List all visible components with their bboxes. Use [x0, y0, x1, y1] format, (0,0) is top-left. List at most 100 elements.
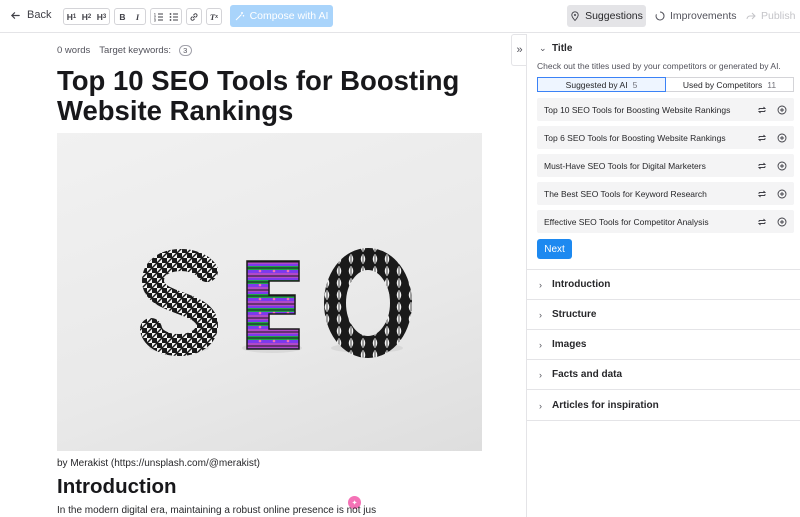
hero-image: [57, 133, 482, 451]
title-suggestion-text: Top 10 SEO Tools for Boosting Website Ra…: [544, 104, 731, 115]
heading-group: H1 H2 H3: [63, 8, 110, 25]
h2-button[interactable]: H2: [79, 9, 94, 24]
article-title[interactable]: Top 10 SEO Tools for Boosting Website Ra…: [57, 66, 477, 126]
ordered-list-button[interactable]: 123: [151, 9, 166, 24]
title-suggestion[interactable]: The Best SEO Tools for Keyword Research: [537, 182, 794, 205]
tab-used-by-competitors[interactable]: Used by Competitors 11: [666, 77, 794, 92]
chevron-right-icon: ›: [539, 369, 542, 380]
title-suggestion[interactable]: Top 10 SEO Tools for Boosting Website Ra…: [537, 98, 794, 121]
improvements-label: Improvements: [670, 10, 737, 22]
suggestions-tab[interactable]: Suggestions: [567, 5, 646, 27]
add-circle-icon[interactable]: [777, 105, 787, 115]
section-label: Introduction: [552, 279, 611, 290]
back-label: Back: [27, 9, 52, 21]
improvements-tab[interactable]: Improvements: [655, 10, 737, 22]
tab-comp-label: Used by Competitors: [682, 79, 763, 90]
list-group: 123: [150, 8, 182, 25]
tab-comp-count: 11: [767, 79, 777, 90]
divider: [527, 359, 800, 360]
svg-text:3: 3: [154, 18, 156, 22]
chevron-right-icon: ›: [539, 279, 542, 290]
publish-button[interactable]: Publish: [746, 10, 795, 22]
section-label: Facts and data: [552, 369, 623, 380]
location-pin-icon: [571, 11, 579, 21]
image-caption[interactable]: by Merakist (https://unsplash.com/@merak…: [57, 458, 260, 469]
add-circle-icon[interactable]: [777, 133, 787, 143]
tab-ai-count: 5: [632, 79, 638, 90]
title-suggestion-text: Must-Have SEO Tools for Digital Marketer…: [544, 160, 706, 171]
section-articles-for-inspiration[interactable]: › Articles for inspiration: [539, 400, 659, 411]
clear-format-group: Tx: [206, 8, 222, 25]
editor-area[interactable]: 0 words Target keywords: 3 Top 10 SEO To…: [0, 34, 512, 517]
link-icon: [190, 12, 198, 21]
section-images[interactable]: › Images: [539, 339, 586, 350]
divider: [527, 389, 800, 390]
section-label: Structure: [552, 309, 597, 320]
section-label: Images: [552, 339, 587, 350]
chevron-right-icon: ›: [539, 309, 542, 320]
seo-letters-image: [140, 248, 412, 358]
chevron-down-icon: ⌄: [539, 43, 547, 53]
section-structure[interactable]: › Structure: [539, 309, 596, 320]
title-suggestion-text: Effective SEO Tools for Competitor Analy…: [544, 216, 709, 227]
target-keywords-label: Target keywords:: [99, 45, 172, 56]
compose-with-ai-button[interactable]: Compose with AI: [230, 5, 333, 27]
add-circle-icon[interactable]: [777, 189, 787, 199]
title-description: Check out the titles used by your compet…: [537, 61, 781, 71]
divider: [527, 269, 800, 270]
share-icon: [746, 12, 756, 20]
divider: [527, 420, 800, 421]
ordered-list-icon: 123: [154, 12, 163, 22]
link-button[interactable]: [187, 9, 201, 24]
meta-bar: 0 words Target keywords: 3: [57, 45, 192, 56]
bold-button[interactable]: B: [115, 9, 130, 24]
section-title-label: Title: [552, 43, 573, 54]
title-source-tabs: Suggested by AI 5 Used by Competitors 11: [537, 77, 794, 92]
add-circle-icon[interactable]: [777, 217, 787, 227]
divider: [527, 299, 800, 300]
title-suggestion[interactable]: Must-Have SEO Tools for Digital Marketer…: [537, 154, 794, 177]
target-keywords-count: 3: [178, 45, 192, 56]
bullet-list-button[interactable]: [166, 9, 181, 24]
replace-icon[interactable]: [757, 161, 767, 171]
clear-format-button[interactable]: Tx: [207, 9, 221, 24]
arrow-left-icon: [10, 11, 20, 19]
top-toolbar: Back H1 H2 H3 B I 123 Tx Compose with AI…: [0, 0, 800, 33]
title-suggestion[interactable]: Effective SEO Tools for Competitor Analy…: [537, 210, 794, 233]
back-button[interactable]: Back: [10, 9, 51, 21]
compose-label: Compose with AI: [249, 10, 329, 22]
section-label: Articles for inspiration: [552, 400, 659, 411]
link-group: [186, 8, 202, 25]
bullet-list-icon: [169, 12, 178, 21]
replace-icon[interactable]: [757, 105, 767, 115]
section-facts-and-data[interactable]: › Facts and data: [539, 369, 622, 380]
h1-button[interactable]: H1: [64, 9, 79, 24]
collapse-sidebar-button[interactable]: »: [511, 34, 527, 66]
next-button[interactable]: Next: [537, 239, 572, 259]
suggestions-sidebar: ⌄ Title Check out the titles used by you…: [526, 34, 800, 517]
progress-arc-icon: [655, 11, 665, 21]
chevron-right-icon: ›: [539, 400, 542, 411]
introduction-heading[interactable]: Introduction: [57, 475, 177, 499]
intro-paragraph[interactable]: In the modern digital era, maintaining a…: [57, 505, 376, 516]
replace-icon[interactable]: [757, 133, 767, 143]
title-suggestion-list: Top 10 SEO Tools for Boosting Website Ra…: [537, 98, 794, 238]
target-keywords[interactable]: Target keywords: 3: [99, 45, 192, 56]
title-suggestion[interactable]: Top 6 SEO Tools for Boosting Website Ran…: [537, 126, 794, 149]
h3-button[interactable]: H3: [94, 9, 109, 24]
italic-button[interactable]: I: [130, 9, 145, 24]
chevron-right-icon: ›: [539, 339, 542, 350]
replace-icon[interactable]: [757, 217, 767, 227]
title-suggestion-text: The Best SEO Tools for Keyword Research: [544, 188, 707, 199]
double-chevron-right-icon: »: [516, 44, 523, 56]
suggestions-label: Suggestions: [585, 10, 643, 22]
style-group: B I: [114, 8, 146, 25]
publish-label: Publish: [761, 10, 796, 22]
tab-ai-label: Suggested by AI: [565, 79, 628, 90]
replace-icon[interactable]: [757, 189, 767, 199]
tab-suggested-by-ai[interactable]: Suggested by AI 5: [537, 77, 666, 92]
section-title-header[interactable]: ⌄ Title: [539, 43, 572, 54]
section-introduction[interactable]: › Introduction: [539, 279, 610, 290]
add-circle-icon[interactable]: [777, 161, 787, 171]
title-suggestion-text: Top 6 SEO Tools for Boosting Website Ran…: [544, 132, 726, 143]
